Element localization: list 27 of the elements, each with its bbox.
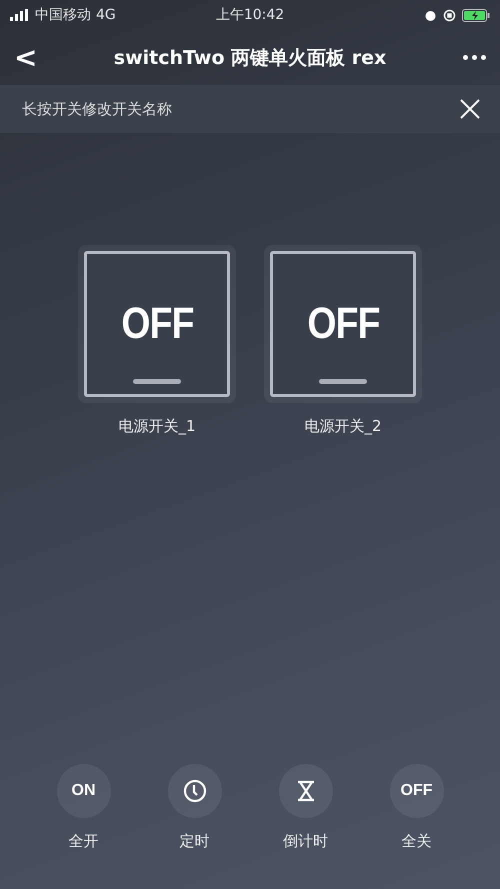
hourglass-icon	[296, 780, 316, 802]
hint-text: 长按开关修改开关名称	[22, 100, 173, 118]
action-button[interactable]: ON	[56, 764, 110, 818]
action-label: 全关	[402, 832, 432, 851]
action-label: 定时	[180, 832, 210, 851]
signal-icon	[10, 9, 30, 21]
action-label: 倒计时	[283, 832, 328, 851]
switch-label: 电源开关_1	[118, 417, 196, 436]
action-label: 全开	[68, 832, 98, 851]
rotation-lock-icon	[443, 8, 456, 22]
indicator-bar	[133, 379, 181, 384]
switch-state: OFF	[120, 299, 194, 349]
page-title: switchTwo 两键单火面板 rex	[112, 46, 388, 70]
clock-time: 上午10:42	[216, 6, 284, 24]
carrier-name: 中国移动	[35, 6, 91, 24]
clock-icon	[182, 779, 206, 803]
indicator-bar	[319, 379, 367, 384]
switch-button[interactable]: OFF	[264, 245, 422, 403]
switch-label: 电源开关_2	[304, 417, 382, 436]
network-type: 4G	[96, 7, 116, 23]
close-button[interactable]	[460, 99, 480, 119]
switch-button[interactable]: OFF	[78, 245, 236, 403]
switch-state: OFF	[306, 299, 380, 349]
action-button[interactable]: OFF	[390, 764, 444, 818]
close-icon	[460, 99, 480, 119]
battery-icon	[462, 8, 490, 22]
back-button[interactable]: <	[14, 41, 44, 74]
